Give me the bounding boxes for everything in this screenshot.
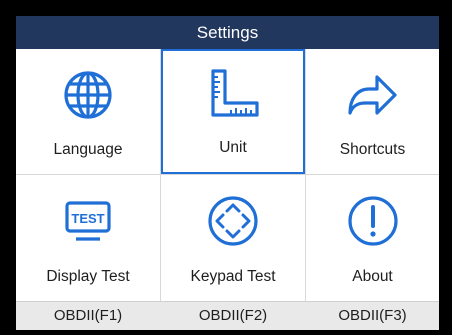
page-title: Settings [16, 16, 439, 49]
menu-item-unit[interactable]: Unit [161, 49, 305, 174]
menu-item-language[interactable]: Language [16, 49, 160, 174]
globe-icon [60, 67, 116, 123]
menu-item-keypad-test[interactable]: Keypad Test [161, 175, 305, 301]
ruler-icon [205, 67, 261, 123]
device-frame: Settings Language Unit Shortcuts TEST Di… [0, 0, 452, 335]
menu-item-about[interactable]: About [306, 175, 439, 301]
f2-button[interactable]: OBDII(F2) [161, 302, 305, 330]
menu-item-label: Keypad Test [190, 268, 276, 285]
monitor-test-icon: TEST [60, 193, 116, 249]
divider [16, 174, 439, 175]
menu-item-label: Unit [219, 139, 247, 156]
divider [160, 49, 161, 301]
arrow-right-icon [345, 67, 401, 123]
exclamation-icon [345, 193, 401, 249]
f3-button[interactable]: OBDII(F3) [306, 302, 439, 330]
menu-item-display-test[interactable]: TEST Display Test [16, 175, 160, 301]
f1-button[interactable]: OBDII(F1) [16, 302, 160, 330]
divider [305, 49, 306, 301]
menu-item-label: About [352, 268, 393, 285]
settings-menu-grid: Language Unit Shortcuts TEST Display Tes… [16, 49, 439, 301]
dpad-icon [205, 193, 261, 249]
settings-screen: Settings Language Unit Shortcuts TEST Di… [16, 16, 439, 330]
menu-item-label: Shortcuts [339, 141, 406, 158]
menu-item-shortcuts[interactable]: Shortcuts [306, 49, 439, 174]
function-key-bar: OBDII(F1) OBDII(F2) OBDII(F3) [16, 301, 439, 330]
menu-item-label: Display Test [46, 268, 130, 285]
svg-text:TEST: TEST [71, 211, 104, 226]
menu-item-label: Language [53, 141, 123, 158]
